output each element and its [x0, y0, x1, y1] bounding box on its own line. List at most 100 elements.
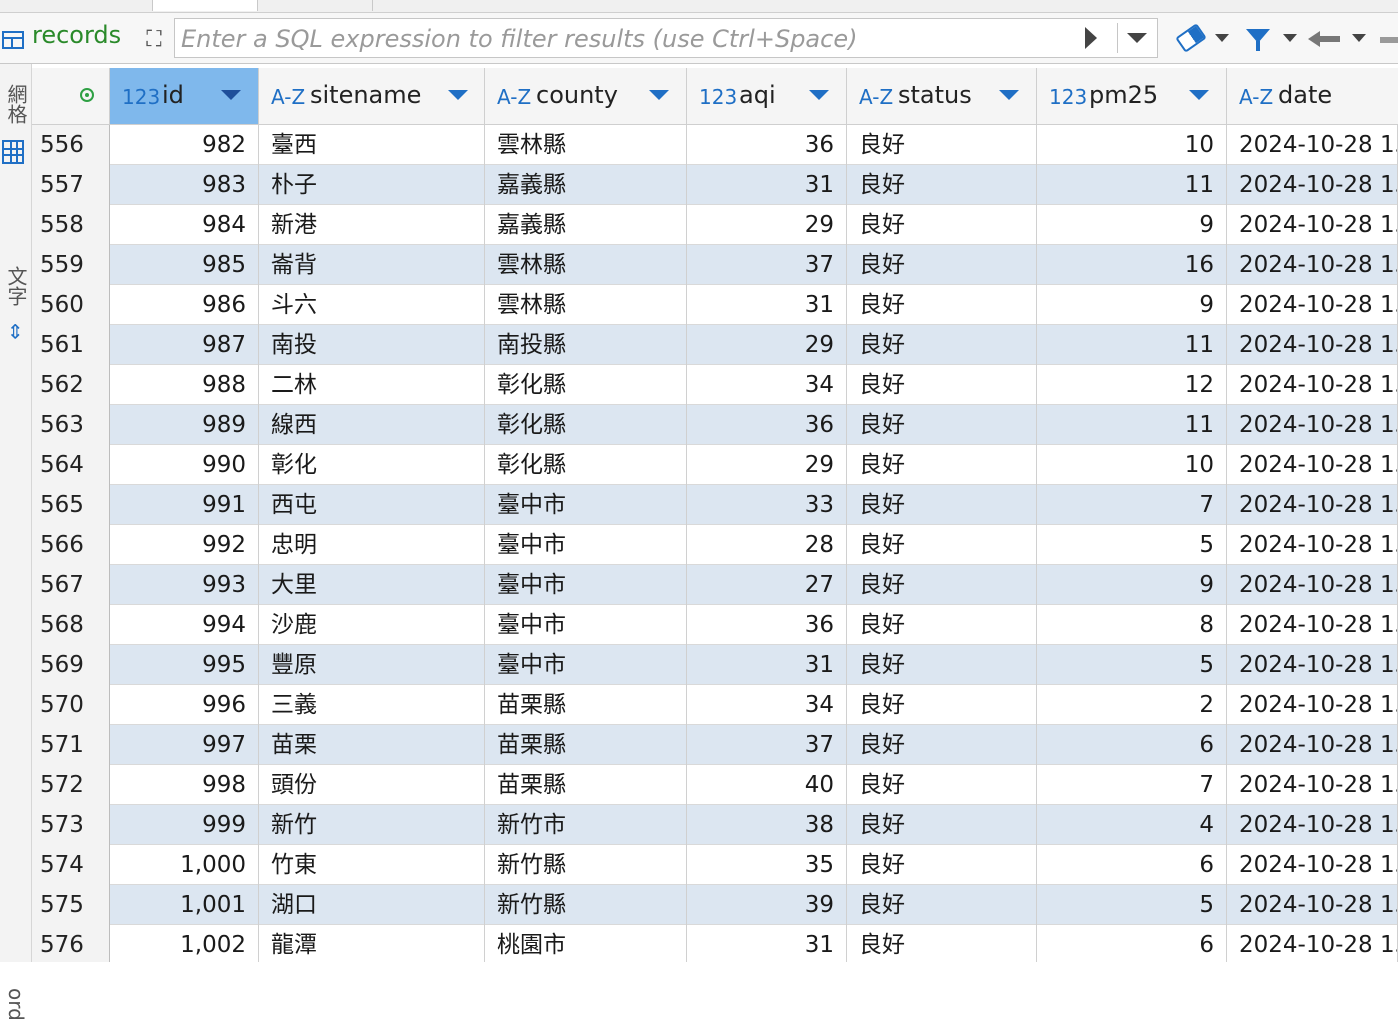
cell-pm25[interactable]: 6: [1037, 845, 1227, 885]
cell-status[interactable]: 良好: [847, 685, 1037, 725]
cell-county[interactable]: 臺中市: [485, 645, 687, 685]
column-header-aqi[interactable]: 123 aqi: [687, 68, 847, 124]
row-number[interactable]: 571: [32, 725, 110, 765]
cell-status[interactable]: 良好: [847, 445, 1037, 485]
cell-date[interactable]: 2024-10-28 15: [1227, 885, 1398, 925]
cell-pm25[interactable]: 5: [1037, 525, 1227, 565]
table-row[interactable]: 572 998 頭份 苗栗縣 40 良好 7 2024-10-28 15: [32, 765, 1398, 805]
cell-date[interactable]: 2024-10-28 15: [1227, 125, 1398, 165]
table-row[interactable]: 573 999 新竹 新竹市 38 良好 4 2024-10-28 15: [32, 805, 1398, 845]
record-view-label[interactable]: ord: [0, 982, 31, 1026]
table-row[interactable]: 568 994 沙鹿 臺中市 36 良好 8 2024-10-28 15: [32, 605, 1398, 645]
cell-id[interactable]: 999: [110, 805, 259, 845]
cell-pm25[interactable]: 6: [1037, 925, 1227, 962]
row-number[interactable]: 574: [32, 845, 110, 885]
cell-aqi[interactable]: 31: [687, 165, 847, 205]
cell-id[interactable]: 990: [110, 445, 259, 485]
table-row[interactable]: 563 989 線西 彰化縣 36 良好 11 2024-10-28 15: [32, 405, 1398, 445]
cell-county[interactable]: 新竹縣: [485, 845, 687, 885]
cell-id[interactable]: 1,002: [110, 925, 259, 962]
cell-sitename[interactable]: 頭份: [259, 765, 485, 805]
cell-pm25[interactable]: 9: [1037, 285, 1227, 325]
cell-county[interactable]: 嘉義縣: [485, 165, 687, 205]
row-header-corner[interactable]: [32, 68, 110, 124]
cell-date[interactable]: 2024-10-28 15: [1227, 405, 1398, 445]
row-number[interactable]: 556: [32, 125, 110, 165]
cell-id[interactable]: 986: [110, 285, 259, 325]
cell-pm25[interactable]: 11: [1037, 165, 1227, 205]
tab-data[interactable]: [153, 0, 258, 11]
cell-sitename[interactable]: 忠明: [259, 525, 485, 565]
cell-status[interactable]: 良好: [847, 285, 1037, 325]
sort-dropdown-icon[interactable]: [1189, 90, 1209, 100]
cell-sitename[interactable]: 沙鹿: [259, 605, 485, 645]
cell-id[interactable]: 982: [110, 125, 259, 165]
cell-pm25[interactable]: 12: [1037, 365, 1227, 405]
cell-pm25[interactable]: 10: [1037, 445, 1227, 485]
cell-pm25[interactable]: 11: [1037, 325, 1227, 365]
sort-dropdown-icon[interactable]: [999, 90, 1019, 100]
cell-status[interactable]: 良好: [847, 805, 1037, 845]
cell-county[interactable]: 彰化縣: [485, 445, 687, 485]
back-arrow-icon[interactable]: [1308, 23, 1340, 55]
cell-date[interactable]: 2024-10-28 15: [1227, 445, 1398, 485]
cell-aqi[interactable]: 29: [687, 325, 847, 365]
column-header-pm25[interactable]: 123 pm25: [1037, 68, 1227, 124]
cell-sitename[interactable]: 崙背: [259, 245, 485, 285]
cell-status[interactable]: 良好: [847, 645, 1037, 685]
cell-sitename[interactable]: 南投: [259, 325, 485, 365]
tab-properties[interactable]: [0, 0, 153, 11]
column-header-date[interactable]: A-Z date: [1227, 68, 1398, 124]
cell-aqi[interactable]: 36: [687, 125, 847, 165]
cell-date[interactable]: 2024-10-28 15: [1227, 565, 1398, 605]
cell-status[interactable]: 良好: [847, 605, 1037, 645]
grid-view-label[interactable]: 網格: [0, 74, 31, 134]
cell-status[interactable]: 良好: [847, 165, 1037, 205]
row-number[interactable]: 557: [32, 165, 110, 205]
row-number[interactable]: 565: [32, 485, 110, 525]
cell-id[interactable]: 992: [110, 525, 259, 565]
cell-sitename[interactable]: 湖口: [259, 885, 485, 925]
cell-id[interactable]: 983: [110, 165, 259, 205]
cell-pm25[interactable]: 5: [1037, 645, 1227, 685]
row-number[interactable]: 562: [32, 365, 110, 405]
cell-county[interactable]: 雲林縣: [485, 125, 687, 165]
cell-id[interactable]: 984: [110, 205, 259, 245]
cell-sitename[interactable]: 豐原: [259, 645, 485, 685]
cell-date[interactable]: 2024-10-28 15: [1227, 525, 1398, 565]
filter-icon[interactable]: [1244, 23, 1274, 55]
cell-aqi[interactable]: 40: [687, 765, 847, 805]
cell-county[interactable]: 彰化縣: [485, 405, 687, 445]
cell-date[interactable]: 2024-10-28 15: [1227, 925, 1398, 962]
cell-status[interactable]: 良好: [847, 565, 1037, 605]
row-number[interactable]: 558: [32, 205, 110, 245]
cell-date[interactable]: 2024-10-28 15: [1227, 325, 1398, 365]
cell-id[interactable]: 998: [110, 765, 259, 805]
row-number[interactable]: 573: [32, 805, 110, 845]
column-header-status[interactable]: A-Z status: [847, 68, 1037, 124]
cell-date[interactable]: 2024-10-28 15: [1227, 245, 1398, 285]
cell-county[interactable]: 彰化縣: [485, 365, 687, 405]
column-header-county[interactable]: A-Z county: [485, 68, 687, 124]
cell-county[interactable]: 苗栗縣: [485, 725, 687, 765]
cell-sitename[interactable]: 大里: [259, 565, 485, 605]
cell-status[interactable]: 良好: [847, 725, 1037, 765]
cell-aqi[interactable]: 36: [687, 405, 847, 445]
cell-status[interactable]: 良好: [847, 765, 1037, 805]
cell-pm25[interactable]: 9: [1037, 565, 1227, 605]
cell-id[interactable]: 996: [110, 685, 259, 725]
cell-county[interactable]: 新竹市: [485, 805, 687, 845]
cell-date[interactable]: 2024-10-28 15: [1227, 685, 1398, 725]
table-row[interactable]: 556 982 臺西 雲林縣 36 良好 10 2024-10-28 15: [32, 125, 1398, 165]
cell-date[interactable]: 2024-10-28 15: [1227, 725, 1398, 765]
cell-pm25[interactable]: 7: [1037, 485, 1227, 525]
cell-pm25[interactable]: 6: [1037, 725, 1227, 765]
cell-pm25[interactable]: 5: [1037, 885, 1227, 925]
cell-status[interactable]: 良好: [847, 365, 1037, 405]
row-number[interactable]: 564: [32, 445, 110, 485]
filter-dropdown-icon[interactable]: [1283, 34, 1297, 42]
row-number[interactable]: 566: [32, 525, 110, 565]
table-row[interactable]: 567 993 大里 臺中市 27 良好 9 2024-10-28 15: [32, 565, 1398, 605]
cell-sitename[interactable]: 苗栗: [259, 725, 485, 765]
table-row[interactable]: 571 997 苗栗 苗栗縣 37 良好 6 2024-10-28 15: [32, 725, 1398, 765]
